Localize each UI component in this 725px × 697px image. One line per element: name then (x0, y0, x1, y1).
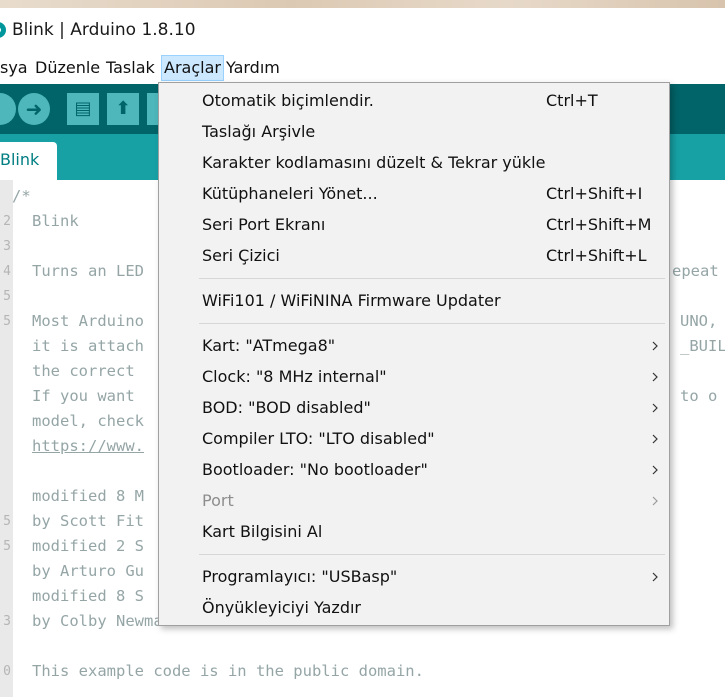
menu-edit[interactable]: Düzenle (33, 56, 102, 80)
menu-item-archive-sketch[interactable]: Taslağı Arşivle (159, 118, 669, 149)
tools-menu-dropdown: Otomatik biçimlendir. Ctrl+T Taslağı Arş… (158, 82, 670, 626)
shortcut: Ctrl+Shift+L (546, 246, 647, 265)
menu-separator (199, 278, 665, 279)
upload-icon: ➜ (25, 97, 43, 121)
menu-item-serial-plotter[interactable]: Seri Çizici Ctrl+Shift+L (159, 242, 669, 273)
menu-bar: sya Düzenle Taslak Araçlar Yardım (0, 51, 725, 84)
desktop-strip (0, 0, 725, 8)
menu-item-compiler-lto[interactable]: Compiler LTO: "LTO disabled" (159, 425, 669, 456)
open-icon: ⬆ (115, 98, 131, 119)
menu-item-manage-libraries[interactable]: Kütüphaneleri Yönet... Ctrl+Shift+I (159, 180, 669, 211)
open-button[interactable]: ⬆ (107, 93, 139, 125)
title-bar: Blink | Arduino 1.8.10 (0, 8, 725, 51)
chevron-right-icon (652, 465, 658, 475)
menu-separator (199, 323, 665, 324)
menu-item-board[interactable]: Kart: "ATmega8" (159, 332, 669, 363)
code-fragment: UNO, (680, 312, 718, 330)
chevron-right-icon (652, 572, 658, 582)
shortcut: Ctrl+Shift+I (546, 184, 643, 203)
chevron-right-icon (652, 372, 658, 382)
chevron-right-icon (652, 434, 658, 444)
menu-sketch[interactable]: Taslak (104, 56, 157, 80)
menu-file[interactable]: sya (0, 56, 30, 80)
new-icon: ▤ (74, 98, 92, 119)
menu-item-auto-format[interactable]: Otomatik biçimlendir. Ctrl+T (159, 87, 669, 118)
menu-item-bootloader[interactable]: Bootloader: "No bootloader" (159, 456, 669, 487)
tab-label: Blink (0, 150, 40, 169)
code-fragment: _BUIL (680, 337, 725, 355)
menu-item-serial-monitor[interactable]: Seri Port Ekranı Ctrl+Shift+M (159, 211, 669, 242)
shortcut: Ctrl+Shift+M (546, 215, 652, 234)
new-button[interactable]: ▤ (67, 93, 99, 125)
menu-separator (199, 554, 665, 555)
chevron-right-icon (652, 403, 658, 413)
code-fragment: to o (680, 387, 718, 405)
code-link[interactable]: https://www. (32, 434, 144, 459)
menu-item-clock[interactable]: Clock: "8 MHz internal" (159, 363, 669, 394)
code-fragment: epeat (672, 262, 719, 280)
menu-item-fix-encoding[interactable]: Karakter kodlamasını düzelt & Tekrar yük… (159, 149, 669, 180)
menu-item-programmer[interactable]: Programlayıcı: "USBasp" (159, 563, 669, 594)
menu-item-port: Port (159, 487, 669, 518)
menu-item-bod[interactable]: BOD: "BOD disabled" (159, 394, 669, 425)
menu-item-firmware-updater[interactable]: WiFi101 / WiFiNINA Firmware Updater (159, 287, 669, 318)
menu-item-board-info[interactable]: Kart Bilgisini Al (159, 518, 669, 549)
window-title: Blink | Arduino 1.8.10 (12, 20, 196, 40)
shortcut: Ctrl+T (546, 91, 598, 110)
arduino-app-icon (0, 22, 6, 38)
code-line: 0 This example code is in the public doma… (3, 662, 424, 680)
menu-help[interactable]: Yardım (224, 56, 282, 80)
chevron-right-icon (652, 341, 658, 351)
menu-item-burn-bootloader[interactable]: Önyükleyiciyi Yazdır (159, 594, 669, 625)
verify-button[interactable] (0, 93, 16, 125)
tab-blink[interactable]: Blink (0, 142, 57, 180)
menu-tools[interactable]: Araçlar (161, 55, 224, 81)
upload-button[interactable]: ➜ (18, 93, 50, 125)
chevron-right-icon (652, 496, 658, 506)
